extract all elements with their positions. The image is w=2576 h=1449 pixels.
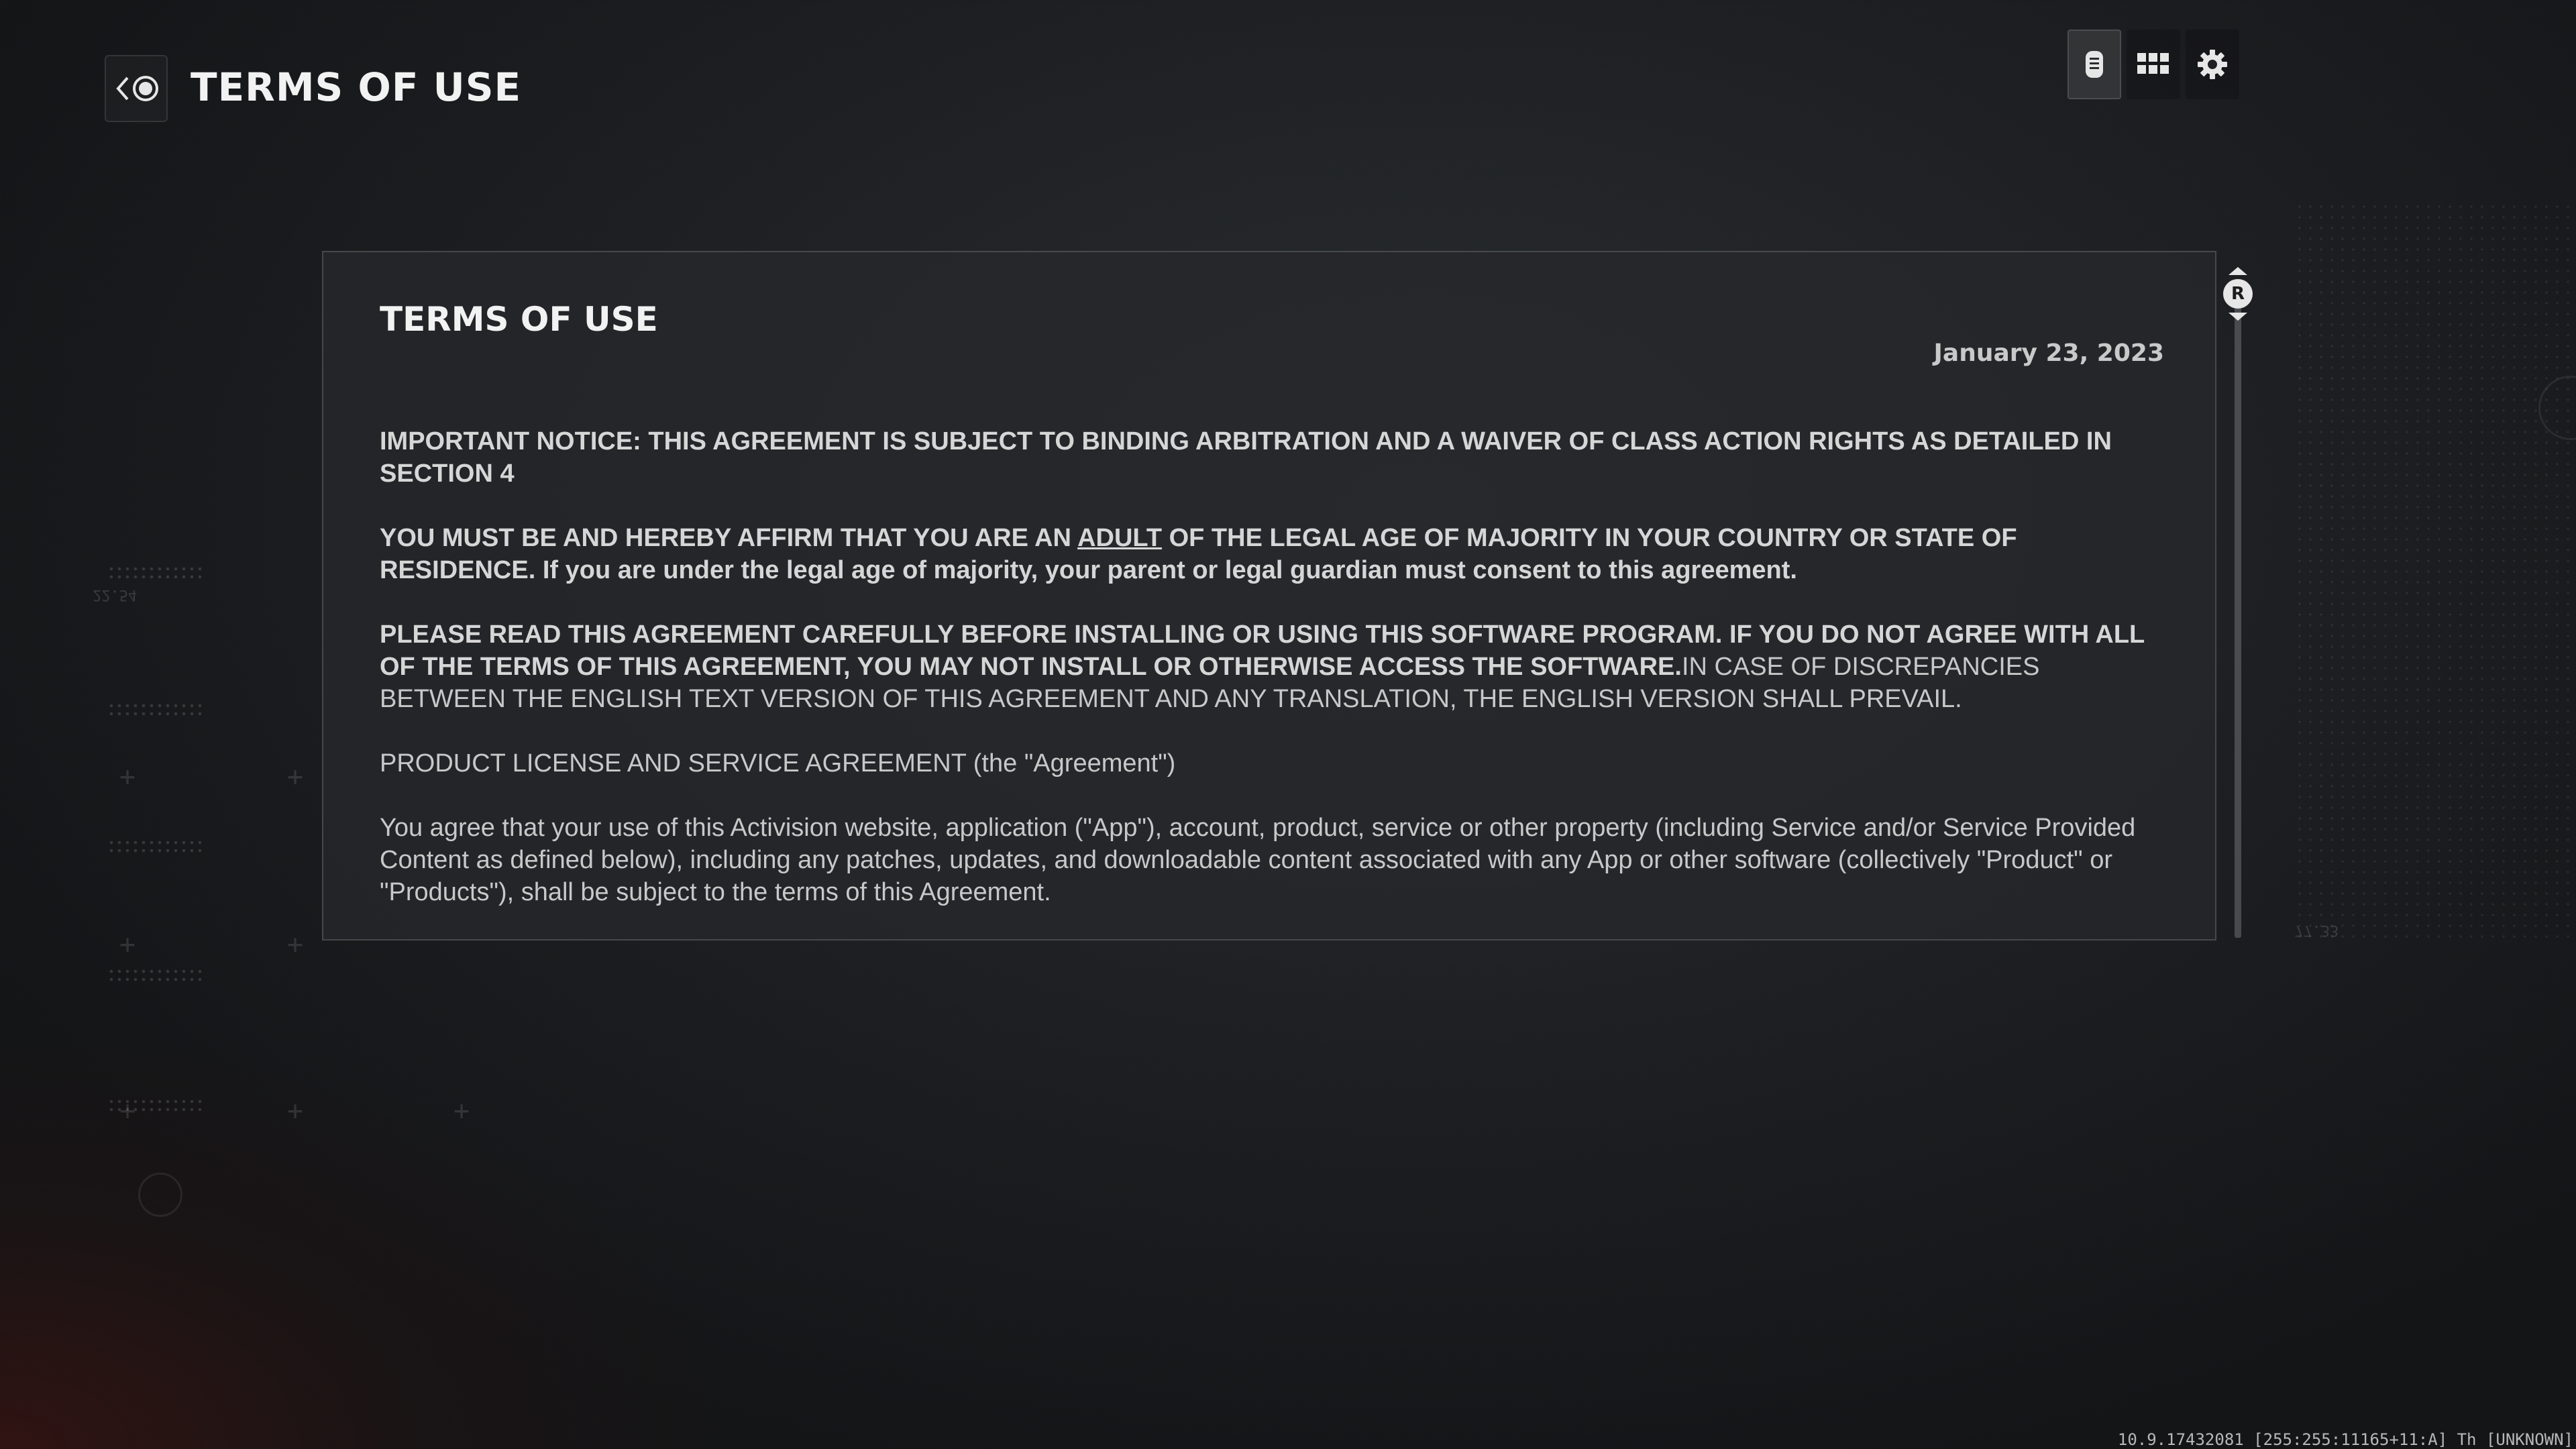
background-ring bbox=[138, 1173, 182, 1217]
top-toolbar bbox=[2068, 28, 2245, 101]
background-dots bbox=[107, 839, 201, 856]
background-dots bbox=[107, 702, 201, 719]
background-label: 77.33 bbox=[2294, 922, 2339, 938]
background-dots bbox=[107, 565, 201, 582]
document-icon bbox=[2086, 51, 2103, 78]
background-cross: + bbox=[119, 1095, 136, 1126]
background-dot-grid bbox=[2294, 201, 2576, 939]
agreement-paragraph: You agree that your use of this Activisi… bbox=[380, 814, 2136, 906]
scroll-thumb[interactable]: R bbox=[2223, 267, 2253, 334]
background-cross: + bbox=[119, 929, 136, 960]
read-carefully-notice: PLEASE READ THIS AGREEMENT CAREFULLY BEF… bbox=[380, 619, 2164, 715]
page-title: TERMS OF USE bbox=[191, 64, 522, 110]
background-cross: + bbox=[287, 929, 304, 960]
adult-term: ADULT bbox=[1077, 524, 1163, 552]
grid-button[interactable] bbox=[2127, 30, 2180, 99]
right-stick-button-icon: R bbox=[2223, 279, 2253, 309]
background-label: 22.54 bbox=[93, 586, 138, 603]
document-heading: TERMS OF USE bbox=[380, 300, 658, 339]
background-dots bbox=[107, 967, 201, 985]
scroll-track[interactable] bbox=[2235, 307, 2241, 938]
settings-button[interactable] bbox=[2186, 30, 2239, 99]
age-text-part1: YOU MUST BE AND HEREBY AFFIRM THAT YOU A… bbox=[380, 524, 1078, 552]
scroll-down-arrow-icon bbox=[2229, 313, 2247, 321]
background-cross: + bbox=[453, 1095, 470, 1126]
scroll-up-arrow-icon bbox=[2229, 267, 2247, 275]
document-button[interactable] bbox=[2068, 30, 2121, 99]
document-date: January 23, 2023 bbox=[1933, 339, 2165, 367]
background-cross: + bbox=[287, 761, 304, 792]
age-requirement: YOU MUST BE AND HEREBY AFFIRM THAT YOU A… bbox=[380, 522, 2164, 586]
background-cross: + bbox=[287, 1095, 304, 1126]
license-title: PRODUCT LICENSE AND SERVICE AGREEMENT (t… bbox=[380, 749, 1176, 777]
document-scrollbar[interactable]: R bbox=[2223, 251, 2253, 941]
important-notice: IMPORTANT NOTICE: THIS AGREEMENT IS SUBJ… bbox=[380, 427, 2112, 488]
build-version-string: 10.9.17432081 [255:255:11165+11:A] Th [U… bbox=[2117, 1430, 2573, 1449]
terms-document-panel[interactable]: TERMS OF USE January 23, 2023 IMPORTANT … bbox=[322, 251, 2216, 941]
back-chevron-icon bbox=[116, 76, 129, 101]
circle-button-icon bbox=[133, 76, 158, 101]
back-button[interactable] bbox=[105, 55, 168, 122]
background-cross: + bbox=[119, 761, 136, 792]
gear-icon bbox=[2198, 50, 2227, 79]
grid-icon bbox=[2137, 53, 2169, 74]
document-body: IMPORTANT NOTICE: THIS AGREEMENT IS SUBJ… bbox=[380, 425, 2164, 908]
